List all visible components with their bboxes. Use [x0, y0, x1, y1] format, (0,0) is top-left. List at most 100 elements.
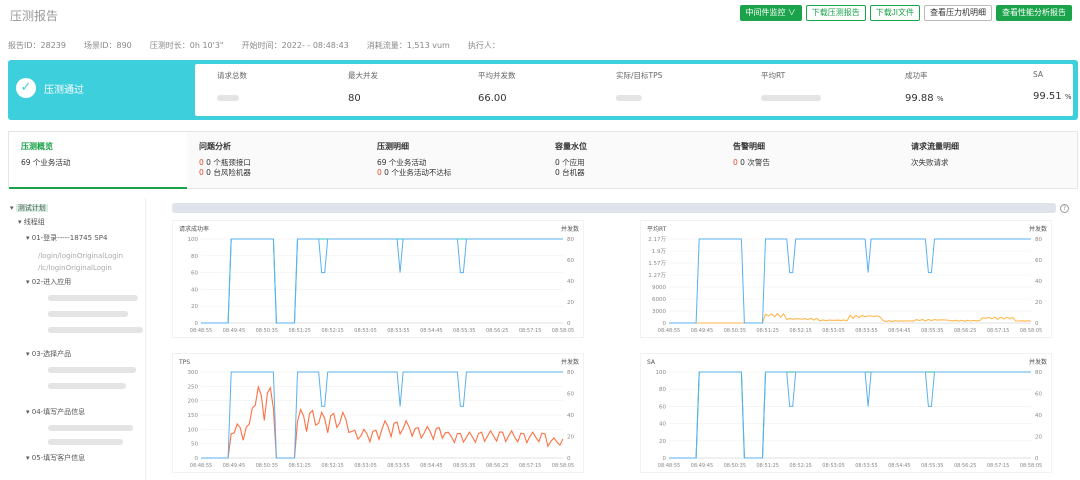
- tab-problem-analysis[interactable]: 问题分析 0 0 个瓶颈接口 0 0 台风险机器: [187, 132, 365, 189]
- view-perf-analysis-button[interactable]: 查看性能分析报告: [996, 5, 1072, 21]
- y-tick-label: 40: [659, 422, 666, 428]
- chart-title: 请求成功率: [179, 225, 209, 233]
- y2-tick-label: 40: [567, 279, 574, 285]
- tab-alerts[interactable]: 告警明细 0 0 次警告: [721, 132, 899, 189]
- tab-request-traffic[interactable]: 请求流量明细 次失败请求: [899, 132, 1077, 189]
- x-tick-label: 08:53:05: [354, 328, 376, 334]
- tree-thread-group[interactable]: ▾ 线程组: [18, 216, 45, 228]
- kpi-tps: 实际/目标TPS: [616, 70, 662, 104]
- y2-tick-label: 40: [1035, 279, 1042, 285]
- toolbar: 中间件监控 ∨ 下载压测报告 下载JI文件 查看压力机明细 查看性能分析报告: [739, 5, 1072, 21]
- y-tick-label: 1.27万: [648, 272, 666, 279]
- series-line-metric: [669, 371, 1031, 459]
- x-tick-label: 08:55:35: [453, 463, 475, 469]
- x-tick-label: 08:49:45: [223, 463, 245, 469]
- tree-item-fill-customer[interactable]: ▾ 05-填写客户信息: [26, 452, 85, 464]
- y2-tick-label: 80: [1035, 370, 1042, 376]
- view-loadgen-detail-button[interactable]: 查看压力机明细: [924, 5, 992, 21]
- x-tick-label: 08:53:05: [822, 463, 844, 469]
- x-tick-label: 08:50:35: [256, 463, 278, 469]
- x-tick-label: 08:57:15: [519, 328, 541, 334]
- series-line-metric: [669, 312, 1032, 324]
- y2-tick-label: 60: [1035, 392, 1042, 398]
- x-tick-label: 08:52:15: [789, 463, 811, 469]
- tab-capacity[interactable]: 容量水位 0 个应用 0 台机器: [543, 132, 721, 189]
- x-tick-label: 08:58:05: [552, 463, 574, 469]
- y2-tick-label: 0: [1035, 456, 1039, 462]
- right-axis-title: 并发数: [561, 358, 579, 366]
- tree-root[interactable]: ▾ 测试计划: [10, 202, 48, 214]
- x-tick-label: 08:50:35: [724, 463, 746, 469]
- y2-tick-label: 60: [567, 258, 574, 264]
- y-tick-label: 80: [191, 254, 198, 260]
- chart-tps: TPS 并发数 300 250 200 150 100 50 0 80 60 40 20 0 08:48:5…: [172, 353, 584, 473]
- y2-tick-label: 20: [567, 435, 574, 441]
- kpi-avg-rt: 平均RT: [761, 70, 821, 104]
- tab-test-detail[interactable]: 压测明细 69 个业务活动 0 0 个业务活动不达标: [365, 132, 543, 189]
- chart-title: SA: [647, 359, 656, 366]
- report-id: 报告ID：28239: [8, 41, 66, 50]
- x-tick-label: 08:48:55: [658, 328, 680, 334]
- x-tick-label: 08:56:25: [486, 328, 508, 334]
- middleware-monitor-dropdown[interactable]: 中间件监控 ∨: [739, 5, 802, 21]
- y-tick-label: 9000: [652, 285, 666, 291]
- x-tick-label: 08:53:55: [387, 463, 409, 469]
- kpi-banner: ✓ 压测通过 请求总数 最大并发 80 平均并发数 66.00 实际/目标TPS 平…: [8, 60, 1078, 120]
- y-tick-label: 40: [191, 287, 198, 293]
- chart-title: 平均RT: [647, 225, 667, 233]
- kpi-total-requests: 请求总数: [217, 70, 247, 104]
- y-tick-label: 60: [659, 404, 666, 410]
- y-tick-label: 80: [659, 387, 666, 393]
- kpi-max-concurrency: 最大并发 80: [348, 71, 378, 104]
- download-report-button[interactable]: 下载压测报告: [805, 5, 866, 21]
- y-tick-label: 100: [188, 237, 199, 243]
- y-tick-label: 2.17万: [648, 236, 666, 243]
- summary-tabs: 压测概览 69 个业务活动 问题分析 0 0 个瓶颈接口 0 0 台风险机器 压测明细…: [8, 131, 1078, 189]
- x-tick-label: 08:53:05: [354, 463, 376, 469]
- x-tick-label: 08:52:15: [321, 328, 343, 334]
- x-tick-label: 08:51:25: [756, 463, 778, 469]
- x-tick-label: 08:49:45: [691, 463, 713, 469]
- x-tick-label: 08:48:55: [658, 463, 680, 469]
- tree-item-fill-product[interactable]: ▾ 04-填写产品信息: [26, 406, 85, 418]
- tree-item-select-product[interactable]: ▾ 03-选择产品: [26, 348, 71, 360]
- series-line-metric: [201, 384, 564, 459]
- tree-item-enter-app[interactable]: ▾ 02-进入应用: [26, 276, 71, 288]
- y-tick-label: 200: [188, 399, 199, 405]
- x-tick-label: 08:49:45: [223, 328, 245, 334]
- top-bar: 压测报告 中间件监控 ∨ 下载压测报告 下载JI文件 查看压力机明细 查看性能分…: [0, 0, 1080, 30]
- y-tick-label: 6000: [652, 297, 666, 303]
- y2-tick-label: 80: [567, 237, 574, 243]
- time-range-slider[interactable]: [172, 203, 1056, 213]
- tab-overview[interactable]: 压测概览 69 个业务活动: [9, 132, 187, 189]
- tree-item-login[interactable]: ▾ 01-登录-----18745 SP4: [26, 232, 107, 244]
- pass-label: 压测通过: [44, 84, 84, 96]
- y-tick-label: 0: [195, 456, 199, 462]
- y2-tick-label: 40: [1035, 413, 1042, 419]
- chart-success-rate: 请求成功率 并发数 100 80 60 40 20 0 80 60 40 20 0 08:48:55 08:…: [172, 220, 584, 338]
- download-jtl-button[interactable]: 下载JI文件: [869, 5, 920, 21]
- tree-sub-1[interactable]: /login/loginOriginalLogin: [38, 250, 123, 262]
- x-tick-label: 08:55:35: [453, 328, 475, 334]
- x-tick-label: 08:50:35: [724, 328, 746, 334]
- x-tick-label: 08:48:55: [190, 463, 212, 469]
- x-tick-label: 08:58:05: [552, 328, 574, 334]
- pass-status: ✓ 压测通过: [16, 78, 84, 98]
- y2-tick-label: 0: [567, 456, 571, 462]
- x-tick-label: 08:58:05: [1020, 328, 1042, 334]
- y-tick-label: 300: [188, 370, 199, 376]
- y-tick-label: 20: [659, 439, 666, 445]
- help-icon[interactable]: ?: [1060, 204, 1069, 213]
- y2-tick-label: 80: [567, 370, 574, 376]
- tree-sub-2[interactable]: /lc/loginOriginalLogin: [38, 262, 112, 274]
- tree-blur-1: [48, 292, 138, 304]
- y2-tick-label: 60: [567, 392, 574, 398]
- report-meta: 报告ID：28239 场景ID：890 压测时长：0h 10'3" 开始时间：2…: [8, 40, 500, 51]
- x-tick-label: 08:54:45: [420, 463, 442, 469]
- y2-tick-label: 40: [567, 413, 574, 419]
- x-tick-label: 08:53:55: [387, 328, 409, 334]
- x-tick-label: 08:56:25: [486, 463, 508, 469]
- y-tick-label: 150: [188, 413, 199, 419]
- x-tick-label: 08:56:25: [954, 328, 976, 334]
- series-line-concurrency: [201, 238, 563, 324]
